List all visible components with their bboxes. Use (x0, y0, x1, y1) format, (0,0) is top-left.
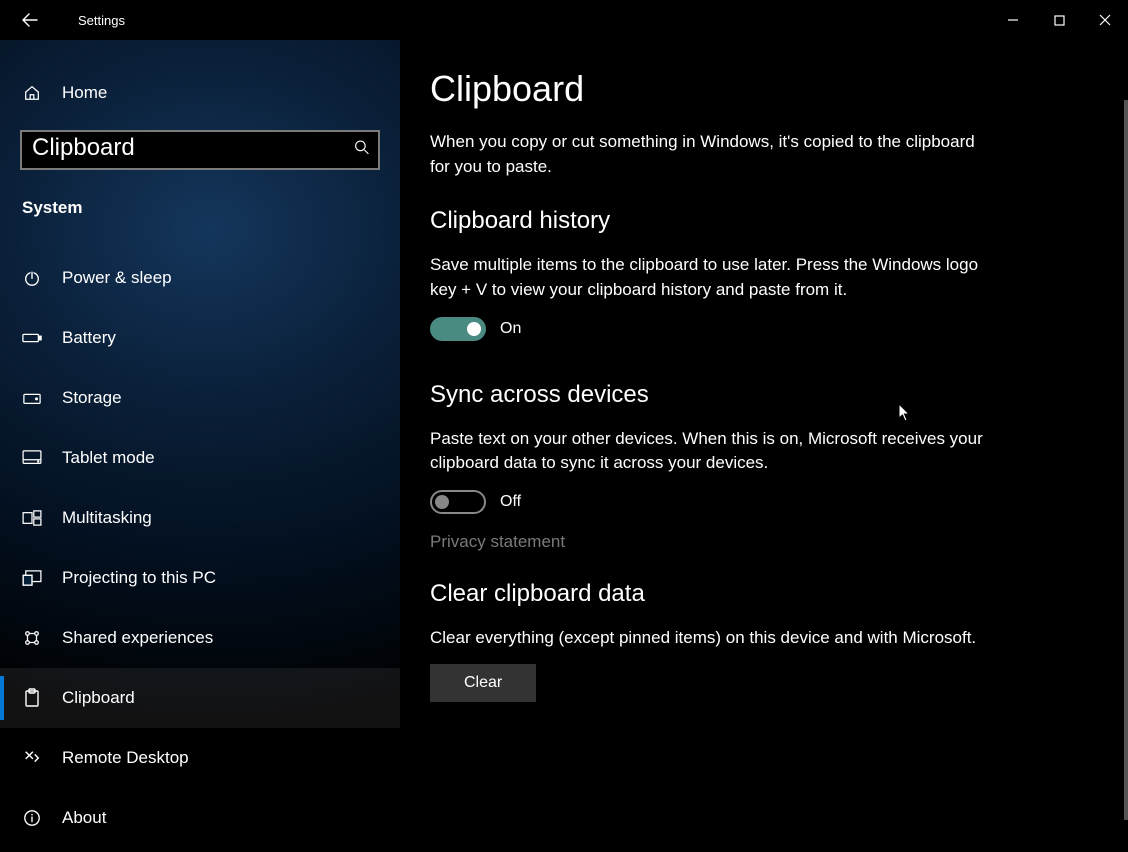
sidebar-item-label: Projecting to this PC (62, 568, 216, 588)
sidebar-item-remote-desktop[interactable]: Remote Desktop (0, 728, 400, 788)
sidebar-nav: Power & sleep Battery Storage Tablet mod… (0, 248, 400, 848)
sidebar-item-power-sleep[interactable]: Power & sleep (0, 248, 400, 308)
section-clear-title: Clear clipboard data (430, 580, 1098, 608)
minimize-icon (1007, 14, 1019, 26)
sidebar-item-label: Storage (62, 388, 122, 408)
category-label: System (22, 198, 400, 218)
window-title: Settings (78, 13, 125, 28)
sync-toggle-label: Off (500, 493, 521, 511)
close-button[interactable] (1082, 0, 1128, 40)
sidebar-item-label: Clipboard (62, 688, 135, 708)
search-wrap (20, 130, 380, 170)
search-icon[interactable] (354, 140, 370, 161)
tablet-icon (22, 450, 42, 466)
about-icon (22, 809, 42, 827)
remote-desktop-icon (22, 749, 42, 767)
scrollbar[interactable] (1124, 100, 1128, 820)
close-icon (1099, 14, 1111, 26)
sidebar-item-home[interactable]: Home (0, 64, 400, 122)
section-sync-desc: Paste text on your other devices. When t… (430, 427, 990, 476)
title-bar: Settings (0, 0, 1128, 40)
shared-icon (22, 629, 42, 647)
power-icon (22, 269, 42, 287)
page-title: Clipboard (430, 68, 1098, 110)
clipboard-icon (22, 688, 42, 708)
section-clipboard-history-title: Clipboard history (430, 207, 1098, 235)
battery-icon (22, 331, 42, 345)
sidebar-item-label: Remote Desktop (62, 748, 189, 768)
section-clear-desc: Clear everything (except pinned items) o… (430, 626, 990, 651)
maximize-button[interactable] (1036, 0, 1082, 40)
sidebar-item-multitasking[interactable]: Multitasking (0, 488, 400, 548)
sidebar-item-about[interactable]: About (0, 788, 400, 848)
storage-icon (22, 390, 42, 406)
back-arrow-icon (21, 11, 39, 29)
home-label: Home (62, 83, 107, 103)
sidebar-item-clipboard[interactable]: Clipboard (0, 668, 400, 728)
clipboard-history-toggle-label: On (500, 320, 521, 338)
minimize-button[interactable] (990, 0, 1036, 40)
multitasking-icon (22, 510, 42, 526)
sidebar-item-label: About (62, 808, 106, 828)
section-sync-title: Sync across devices (430, 381, 1098, 409)
back-button[interactable] (10, 0, 50, 40)
sidebar-item-battery[interactable]: Battery (0, 308, 400, 368)
projecting-icon (22, 570, 42, 586)
sidebar: Home System Power & sleep Battery (0, 40, 400, 852)
sync-toggle[interactable] (430, 490, 486, 514)
sidebar-item-label: Tablet mode (62, 448, 155, 468)
search-input[interactable] (20, 130, 380, 170)
page-intro: When you copy or cut something in Window… (430, 130, 990, 179)
section-clipboard-history-desc: Save multiple items to the clipboard to … (430, 253, 990, 302)
clipboard-history-toggle[interactable] (430, 317, 486, 341)
maximize-icon (1054, 15, 1065, 26)
sidebar-item-storage[interactable]: Storage (0, 368, 400, 428)
sidebar-item-tablet-mode[interactable]: Tablet mode (0, 428, 400, 488)
clear-button[interactable]: Clear (430, 664, 536, 702)
sidebar-item-label: Multitasking (62, 508, 152, 528)
sidebar-item-projecting[interactable]: Projecting to this PC (0, 548, 400, 608)
main-content: Clipboard When you copy or cut something… (400, 40, 1128, 852)
sidebar-item-shared-experiences[interactable]: Shared experiences (0, 608, 400, 668)
privacy-statement-link[interactable]: Privacy statement (430, 532, 565, 552)
sidebar-item-label: Battery (62, 328, 116, 348)
sidebar-item-label: Shared experiences (62, 628, 213, 648)
home-icon (22, 84, 42, 102)
sidebar-item-label: Power & sleep (62, 268, 172, 288)
